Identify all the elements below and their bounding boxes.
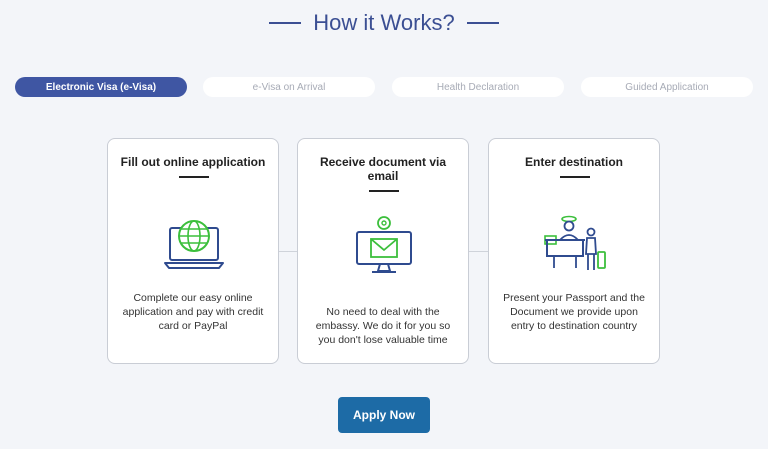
step-title: Receive document via email <box>319 155 447 183</box>
step-title-underline <box>179 176 209 178</box>
step-connector <box>469 251 488 252</box>
title-left-line <box>269 22 302 24</box>
title-right-line <box>466 22 499 24</box>
step-description: No need to deal with the embassy. We do … <box>315 306 451 346</box>
tab-electronic-visa[interactable]: Electronic Visa (e-Visa) <box>15 77 187 97</box>
laptop-globe-icon <box>164 220 224 269</box>
visa-type-tabs: Electronic Visa (e-Visa) e-Visa on Arriv… <box>15 77 753 99</box>
step-card-fill-application: Fill out online application Complete our… <box>107 138 279 364</box>
section-header: How it Works? <box>0 10 768 36</box>
section-title: How it Works? <box>313 10 455 35</box>
step-title-underline <box>369 190 399 192</box>
step-title-underline <box>560 176 590 178</box>
step-card-enter-destination: Enter destination Present your Passport … <box>488 138 660 364</box>
step-title: Enter destination <box>524 155 623 169</box>
tab-evisa-on-arrival[interactable]: e-Visa on Arrival <box>203 77 375 97</box>
step-card-receive-document: Receive document via email No need to de… <box>297 138 469 364</box>
step-description: Present your Passport and the Document w… <box>503 292 645 332</box>
tab-health-declaration[interactable]: Health Declaration <box>392 77 564 97</box>
apply-now-button[interactable]: Apply Now <box>338 397 430 433</box>
passport-control-icon <box>544 215 606 270</box>
step-title: Fill out online application <box>120 155 266 169</box>
monitor-email-icon <box>356 216 412 273</box>
step-description: Complete our easy online application and… <box>122 292 264 332</box>
step-connector <box>279 251 297 252</box>
tab-guided-application[interactable]: Guided Application <box>581 77 753 97</box>
